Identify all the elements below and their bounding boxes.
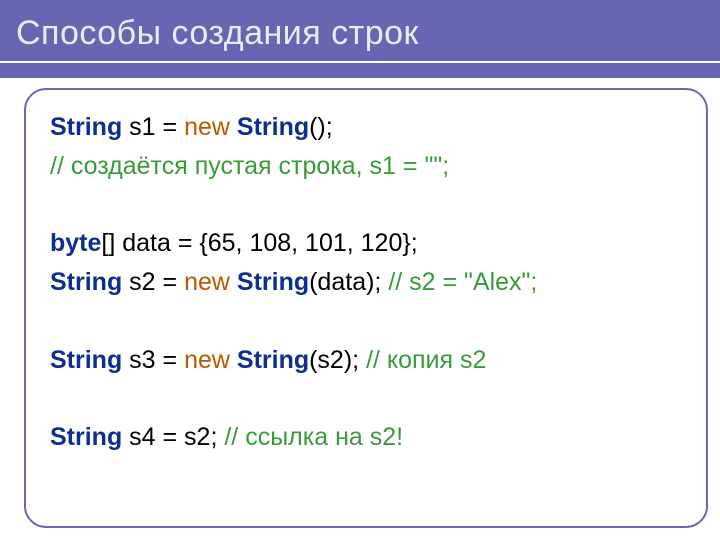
txt: s1 = — [122, 113, 184, 141]
txt: s2 = — [122, 268, 184, 296]
kw-string: String — [50, 423, 122, 451]
txt — [230, 113, 237, 141]
slide: Способы создания строк String s1 = new S… — [0, 0, 720, 540]
txt: s3 = — [122, 346, 184, 374]
content-box: String s1 = new String(); // создаётся п… — [24, 88, 708, 528]
kw-string: String — [237, 268, 309, 296]
kw-string: String — [50, 346, 122, 374]
kw-string: String — [237, 346, 309, 374]
blank-line — [50, 191, 57, 219]
kw-new: new — [184, 113, 230, 141]
title-rule — [0, 61, 720, 63]
comment: // ссылка на s2! — [224, 423, 403, 451]
blank-line — [50, 384, 57, 412]
comment: // копия s2 — [366, 346, 486, 374]
kw-string: String — [50, 113, 122, 141]
kw-new: new — [184, 268, 230, 296]
txt — [230, 346, 237, 374]
comment: // создаётся пустая строка, s1 = ""; — [50, 152, 449, 180]
txt — [230, 268, 237, 296]
kw-new: new — [184, 346, 230, 374]
txt: [] data = {65, 108, 101, 120}; — [101, 229, 417, 257]
blank-line — [50, 307, 57, 335]
code-block: String s1 = new String(); // создаётся п… — [50, 108, 686, 457]
kw-byte: byte — [50, 229, 101, 257]
txt: (s2); — [309, 346, 366, 374]
kw-string: String — [50, 268, 122, 296]
txt: (data); — [309, 268, 388, 296]
txt: (); — [309, 113, 333, 141]
txt: s4 = s2; — [122, 423, 224, 451]
comment: // s2 = "Alex"; — [388, 268, 537, 296]
slide-title: Способы создания строк — [16, 14, 419, 53]
kw-string: String — [237, 113, 309, 141]
